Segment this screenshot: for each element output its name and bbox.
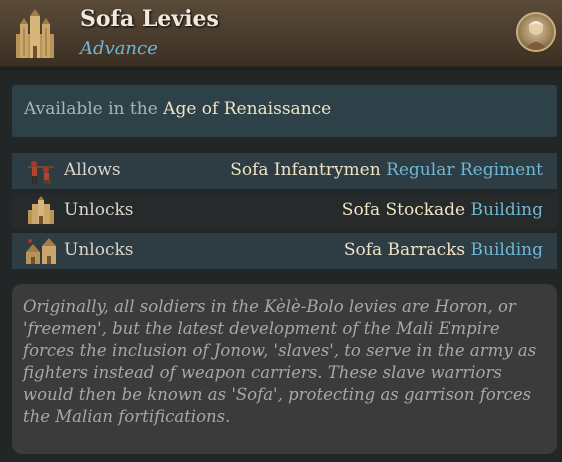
row-label: Allows [64,160,121,180]
unlock-name: Sofa Stockade [341,200,466,220]
description-text: Originally, all soldiers in the Kèlè-Bol… [23,297,537,426]
list-item[interactable]: Unlocks Sofa Stockade Building [12,193,557,229]
barracks-icon [26,238,56,264]
unlocks-list: Allows Sofa Infantrymen Regular Regiment… [12,153,557,269]
header-bar: Sofa Levies Advance [0,0,562,68]
row-label: Unlocks [64,200,134,220]
availability-prefix: Available in the [24,99,158,119]
item-category: Advance [80,38,158,59]
unlock-type: Building [470,240,543,260]
age-name: Age of Renaissance [163,99,332,119]
row-label: Unlocks [64,240,134,260]
list-item[interactable]: Unlocks Sofa Barracks Building [12,233,557,269]
tooltip-body: Available in the Age of Renaissance Allo… [0,70,562,462]
infantry-icon [28,161,54,184]
availability-text: Available in the Age of Renaissance [24,99,331,119]
unlock-name: Sofa Barracks [343,240,466,260]
portrait-icon [524,21,548,50]
unlock-name: Sofa Infantrymen [230,160,381,180]
availability-box: Available in the Age of Renaissance [12,85,557,137]
row-value: Sofa Barracks Building [344,240,543,260]
description-box: Originally, all soldiers in the Kèlè-Bol… [12,284,557,454]
row-value: Sofa Stockade Building [342,200,543,220]
list-item[interactable]: Allows Sofa Infantrymen Regular Regiment [12,153,557,189]
stockade-icon [28,196,54,224]
advisor-portrait[interactable] [516,12,556,52]
page-title: Sofa Levies [80,6,219,32]
unlock-type: Regular Regiment [386,160,543,180]
unlock-type: Building [470,200,543,220]
fortress-icon [16,9,54,58]
row-value: Sofa Infantrymen Regular Regiment [230,160,543,180]
